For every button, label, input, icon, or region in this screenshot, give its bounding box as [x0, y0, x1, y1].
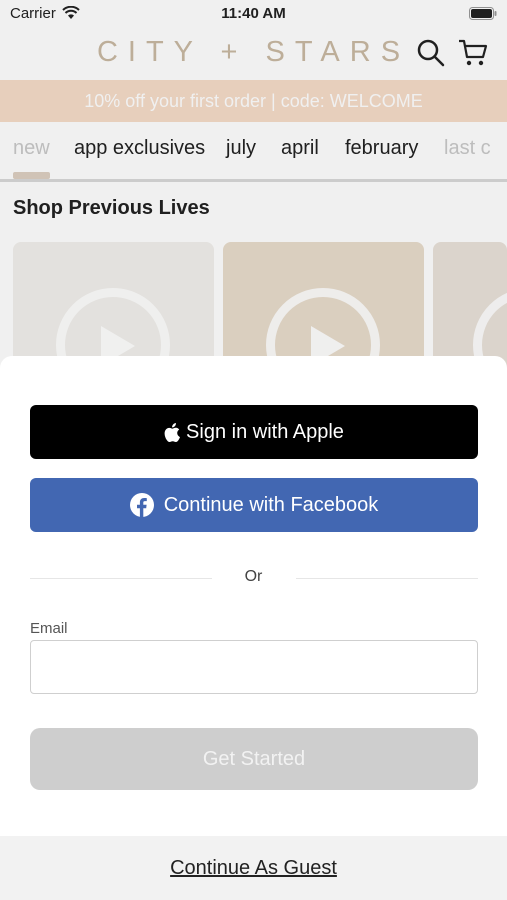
facebook-button-label: Continue with Facebook — [163, 493, 379, 516]
sign-in-with-apple-button[interactable]: Sign in with Apple — [30, 405, 478, 459]
continue-with-facebook-button[interactable]: Continue with Facebook — [30, 478, 478, 532]
divider — [296, 578, 478, 579]
apple-icon — [164, 422, 181, 442]
sign-in-sheet: Sign in with Apple Continue with Faceboo… — [0, 356, 507, 900]
email-field[interactable] — [30, 640, 478, 694]
guest-bar: Continue As Guest — [0, 836, 507, 900]
get-started-button[interactable]: Get Started — [30, 728, 478, 790]
apple-button-label: Sign in with Apple — [186, 420, 344, 443]
continue-as-guest-link[interactable]: Continue As Guest — [0, 857, 507, 880]
email-label: Email — [30, 620, 68, 637]
or-separator: Or — [244, 568, 263, 585]
facebook-icon — [129, 493, 154, 517]
